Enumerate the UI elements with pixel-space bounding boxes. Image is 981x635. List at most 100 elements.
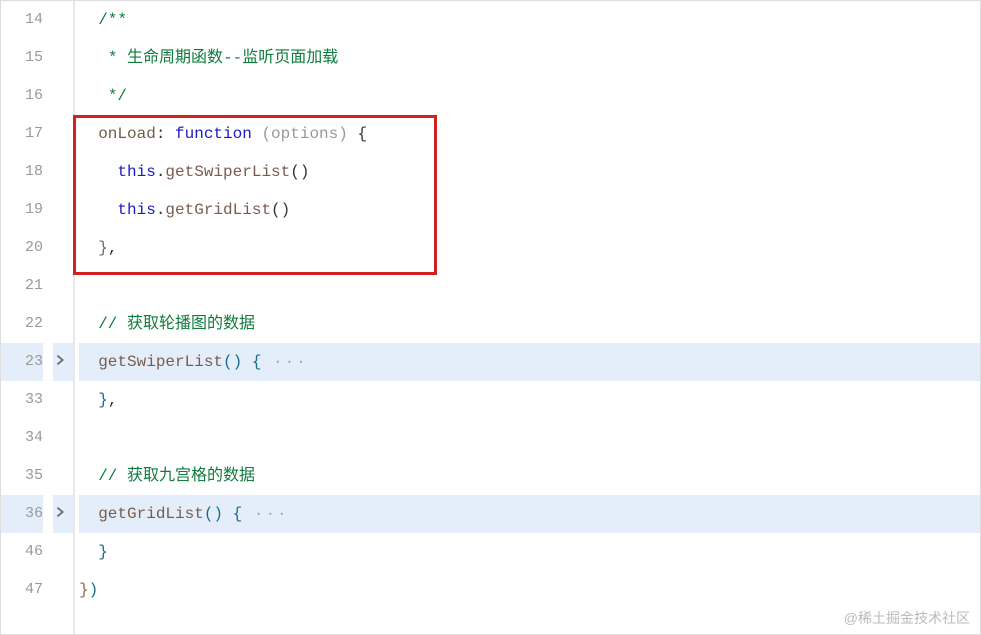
fold-spacer [53,533,73,571]
code-line[interactable]: onLoad: function (options) { [79,115,980,153]
code-token [79,201,117,219]
code-token: ) [89,581,99,599]
code-token [79,87,108,105]
fold-spacer [53,229,73,267]
code-token: ··· [261,353,307,371]
code-token: getSwiperList [165,163,290,181]
code-token [79,391,98,409]
code-line[interactable] [79,267,980,305]
code-token: } [98,543,108,561]
code-editor: 14151617181920212223333435364647 /** * 生… [1,1,980,634]
chevron-right-icon [53,505,67,519]
code-line[interactable]: }, [79,381,980,419]
fold-spacer [53,457,73,495]
code-token [79,467,98,485]
code-token: } [98,239,108,257]
code-line[interactable]: this.getSwiperList() [79,153,980,191]
code-area[interactable]: /** * 生命周期函数--监听页面加载 */ onLoad: function… [73,1,980,634]
code-token: * 生命周期函数--监听页面加载 [108,49,338,67]
line-number: 20 [1,229,43,267]
code-token: , [108,239,118,257]
fold-spacer [53,39,73,77]
code-token: () [204,505,223,523]
code-line[interactable]: // 获取轮播图的数据 [79,305,980,343]
line-number: 17 [1,115,43,153]
code-token: ) [338,125,348,143]
code-token [223,505,233,523]
code-token [252,125,262,143]
fold-column [53,1,73,634]
code-token [79,543,98,561]
code-token: getGridList [165,201,271,219]
line-number: 15 [1,39,43,77]
watermark: @稀土掘金技术社区 [844,608,970,628]
code-token: getGridList [98,505,204,523]
code-token [79,125,98,143]
code-token: : [156,125,175,143]
code-token: this [117,201,155,219]
code-token [79,49,108,67]
line-number: 23 [1,343,43,381]
code-token: this [117,163,155,181]
code-token: getSwiperList [98,353,223,371]
code-token [79,163,117,181]
code-token: // 获取轮播图的数据 [98,315,255,333]
code-line[interactable]: } [79,533,980,571]
fold-spacer [53,267,73,305]
code-line[interactable]: */ [79,77,980,115]
code-line[interactable]: * 生命周期函数--监听页面加载 [79,39,980,77]
fold-spacer [53,419,73,457]
code-token: onLoad [98,125,156,143]
code-token: , [108,391,118,409]
fold-spacer [53,153,73,191]
code-line[interactable]: }) [79,571,980,609]
code-token [79,315,98,333]
code-token [242,353,252,371]
line-gutter: 14151617181920212223333435364647 [1,1,53,634]
code-line[interactable]: getSwiperList() { ··· [79,343,980,381]
code-token [79,11,98,29]
code-token: () [271,201,290,219]
code-token: } [98,391,108,409]
fold-toggle[interactable] [53,495,73,533]
code-token: () [290,163,309,181]
code-token: // 获取九宫格的数据 [98,467,255,485]
code-token: /** [98,11,127,29]
line-number: 33 [1,381,43,419]
line-number: 22 [1,305,43,343]
code-token [79,353,98,371]
code-token [79,239,98,257]
code-token: . [156,163,166,181]
line-number: 35 [1,457,43,495]
line-number: 18 [1,153,43,191]
line-number: 19 [1,191,43,229]
fold-spacer [53,571,73,609]
line-number: 16 [1,77,43,115]
line-number: 34 [1,419,43,457]
code-token [79,505,98,523]
fold-spacer [53,77,73,115]
chevron-right-icon [53,353,67,367]
fold-toggle[interactable] [53,343,73,381]
line-number: 36 [1,495,43,533]
code-token: function [175,125,252,143]
code-line[interactable]: this.getGridList() [79,191,980,229]
code-line[interactable] [79,419,980,457]
code-token: . [156,201,166,219]
code-token: { [357,125,367,143]
code-token: options [271,125,338,143]
fold-spacer [53,115,73,153]
fold-spacer [53,305,73,343]
code-token: ··· [242,505,288,523]
line-number: 46 [1,533,43,571]
fold-spacer [53,381,73,419]
code-line[interactable]: getGridList() { ··· [79,495,980,533]
code-token: ( [261,125,271,143]
fold-spacer [53,1,73,39]
code-token: */ [108,87,127,105]
code-line[interactable]: /** [79,1,980,39]
code-token: } [79,581,89,599]
code-line[interactable]: // 获取九宫格的数据 [79,457,980,495]
code-line[interactable]: }, [79,229,980,267]
code-token: () [223,353,242,371]
